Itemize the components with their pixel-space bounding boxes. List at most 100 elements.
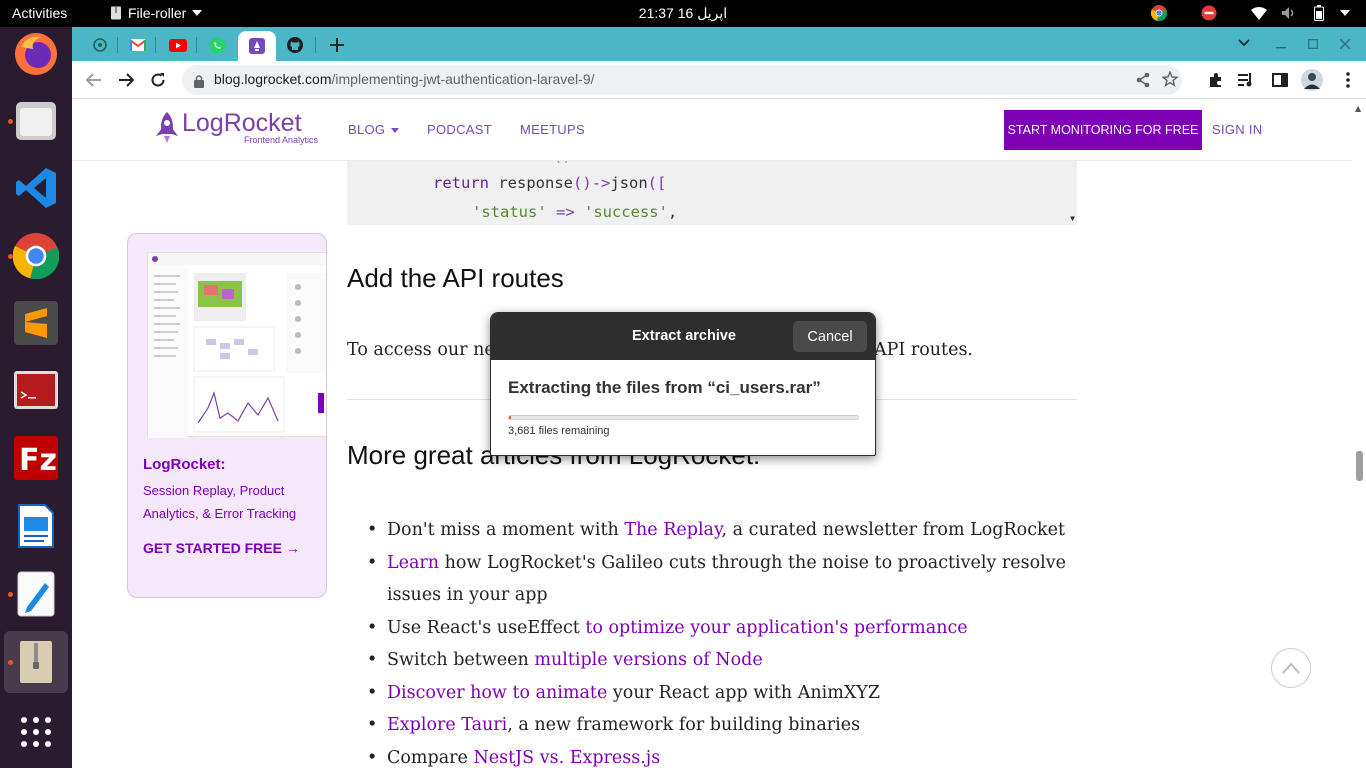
dock-filezilla[interactable]: Fz [4,427,68,489]
logrocket-logo[interactable]: LogRocket Frontend Analytics [156,110,318,145]
cancel-button[interactable]: Cancel [793,321,867,352]
dock-vscode[interactable] [4,157,68,219]
dialog-header: Extract archive Cancel [491,313,875,360]
chevron-down-icon [1238,39,1250,47]
terminal-icon [14,371,58,409]
files-remaining: 3,681 files remaining [508,425,610,437]
dock-terminal[interactable] [4,359,68,421]
tab-chatgpt[interactable] [83,31,117,59]
nav-podcast[interactable]: PODCAST [427,122,492,137]
browser-tab-strip [72,27,1366,61]
list-item: Learn how LogRocket's Galileo cuts throu… [347,547,1077,612]
scroll-up-arrow-icon[interactable]: ▲ [1355,104,1361,113]
article-link[interactable]: The Replay [624,520,721,540]
side-panel-button[interactable] [1270,70,1290,90]
app-menu[interactable]: File-roller [110,5,203,21]
clock[interactable]: 21:37 16 اپریل [639,5,727,21]
profile-avatar[interactable] [1300,68,1324,92]
code-token: response [489,174,573,192]
share-icon[interactable] [1136,72,1150,92]
page-scrollbar[interactable]: ▲ [1352,99,1366,768]
whatsapp-icon [209,37,225,53]
chevron-up-icon [1282,662,1300,674]
code-token: 'success' [583,203,668,221]
back-to-top-button[interactable] [1271,648,1311,688]
article-link[interactable]: multiple versions of Node [534,650,762,670]
code-block[interactable]: · ()· return response()->json([ 'status'… [347,161,1077,225]
tab-gmail[interactable] [121,31,155,59]
firefox-icon [15,33,57,75]
minimize-icon [1276,47,1286,49]
ad-title: LogRocket: [143,456,226,473]
list-item: Switch between multiple versions of Node [347,644,1077,677]
article-link[interactable]: Discover how to animate [387,683,607,703]
new-tab-button[interactable] [320,31,354,59]
battery-icon[interactable] [1310,4,1328,22]
dock-show-applications[interactable] [4,701,68,763]
arrow-left-icon [86,73,101,87]
site-header: LogRocket Frontend Analytics BLOG PODCAS… [72,99,1352,161]
code-scroll-down-icon[interactable]: ▼ [1070,214,1075,223]
get-started-link[interactable]: GET STARTED FREE → [143,540,300,556]
dock-text-editor[interactable] [4,563,68,625]
dock-chrome[interactable] [4,225,68,287]
dock: Fz [0,27,72,768]
tab-separator [117,37,118,53]
article-link[interactable]: NestJS vs. Express.js [473,748,660,768]
dock-files[interactable] [4,90,68,152]
activities-button[interactable]: Activities [12,5,67,21]
volume-icon[interactable] [1280,4,1298,22]
close-window-button[interactable] [1339,37,1351,53]
dock-archive-manager[interactable] [4,631,68,693]
tab-github[interactable] [278,31,312,59]
running-indicator [8,660,13,665]
tab-separator [196,37,197,53]
browser-menu-button[interactable] [1338,70,1358,90]
article-link[interactable]: Explore Tauri [387,715,507,735]
caret-down-icon [192,10,203,16]
tab-search-button[interactable] [1238,35,1250,51]
files-icon [16,102,56,140]
code-token: ()-> [573,174,611,192]
article-link[interactable]: to optimize your application's performan… [585,618,967,638]
forward-button[interactable] [116,70,136,90]
maximize-button[interactable] [1308,37,1318,53]
address-bar[interactable]: blog.logrocket.com/implementing-jwt-auth… [182,65,1182,95]
do-not-disturb-icon[interactable] [1200,4,1218,22]
dock-document-viewer[interactable] [4,495,68,557]
system-menu-caret-icon[interactable] [1340,10,1350,16]
ad-description: Session Replay, Product Analytics, & Err… [143,483,297,521]
extensions-button[interactable] [1206,70,1226,90]
list-item-text: , a curated newsletter from LogRocket [721,520,1065,540]
article-link[interactable]: Learn [387,553,439,573]
url-text[interactable]: blog.logrocket.com/implementing-jwt-auth… [214,71,595,87]
wifi-icon[interactable] [1250,4,1268,22]
media-control-button[interactable] [1236,70,1256,90]
minimize-button[interactable] [1276,37,1286,53]
back-button[interactable] [84,70,104,90]
tab-youtube[interactable] [161,31,195,59]
reload-button[interactable] [148,70,168,90]
start-monitoring-button[interactable]: START MONITORING FOR FREE [1004,110,1202,150]
heading-add-api-routes: Add the API routes [347,263,564,293]
dock-firefox[interactable] [4,23,68,85]
sign-in-link[interactable]: SIGN IN [1212,122,1263,137]
lock-icon[interactable] [194,73,204,92]
tab-whatsapp[interactable] [200,31,234,59]
logo-wordmark: LogRocket [182,109,302,137]
tab-separator [315,37,316,53]
running-indicator [8,592,13,597]
dock-sublime-text[interactable] [4,292,68,354]
side-panel-icon [1272,73,1288,87]
nav-meetups[interactable]: MEETUPS [520,122,585,137]
archive-manager-icon [20,641,52,683]
scrollbar-thumb[interactable] [1356,451,1363,481]
app-menu-label: File-roller [128,5,187,21]
nav-blog[interactable]: BLOG [348,122,400,137]
paragraph-end: API routes. [874,340,973,360]
browser-toolbar: blog.logrocket.com/implementing-jwt-auth… [72,61,1366,99]
tab-logrocket[interactable] [238,31,276,61]
chrome-tray-icon[interactable] [1150,4,1168,22]
logrocket-ad-card[interactable]: LogRocket: Session Replay, Product Analy… [127,233,327,598]
bookmark-star-icon[interactable] [1161,70,1179,91]
